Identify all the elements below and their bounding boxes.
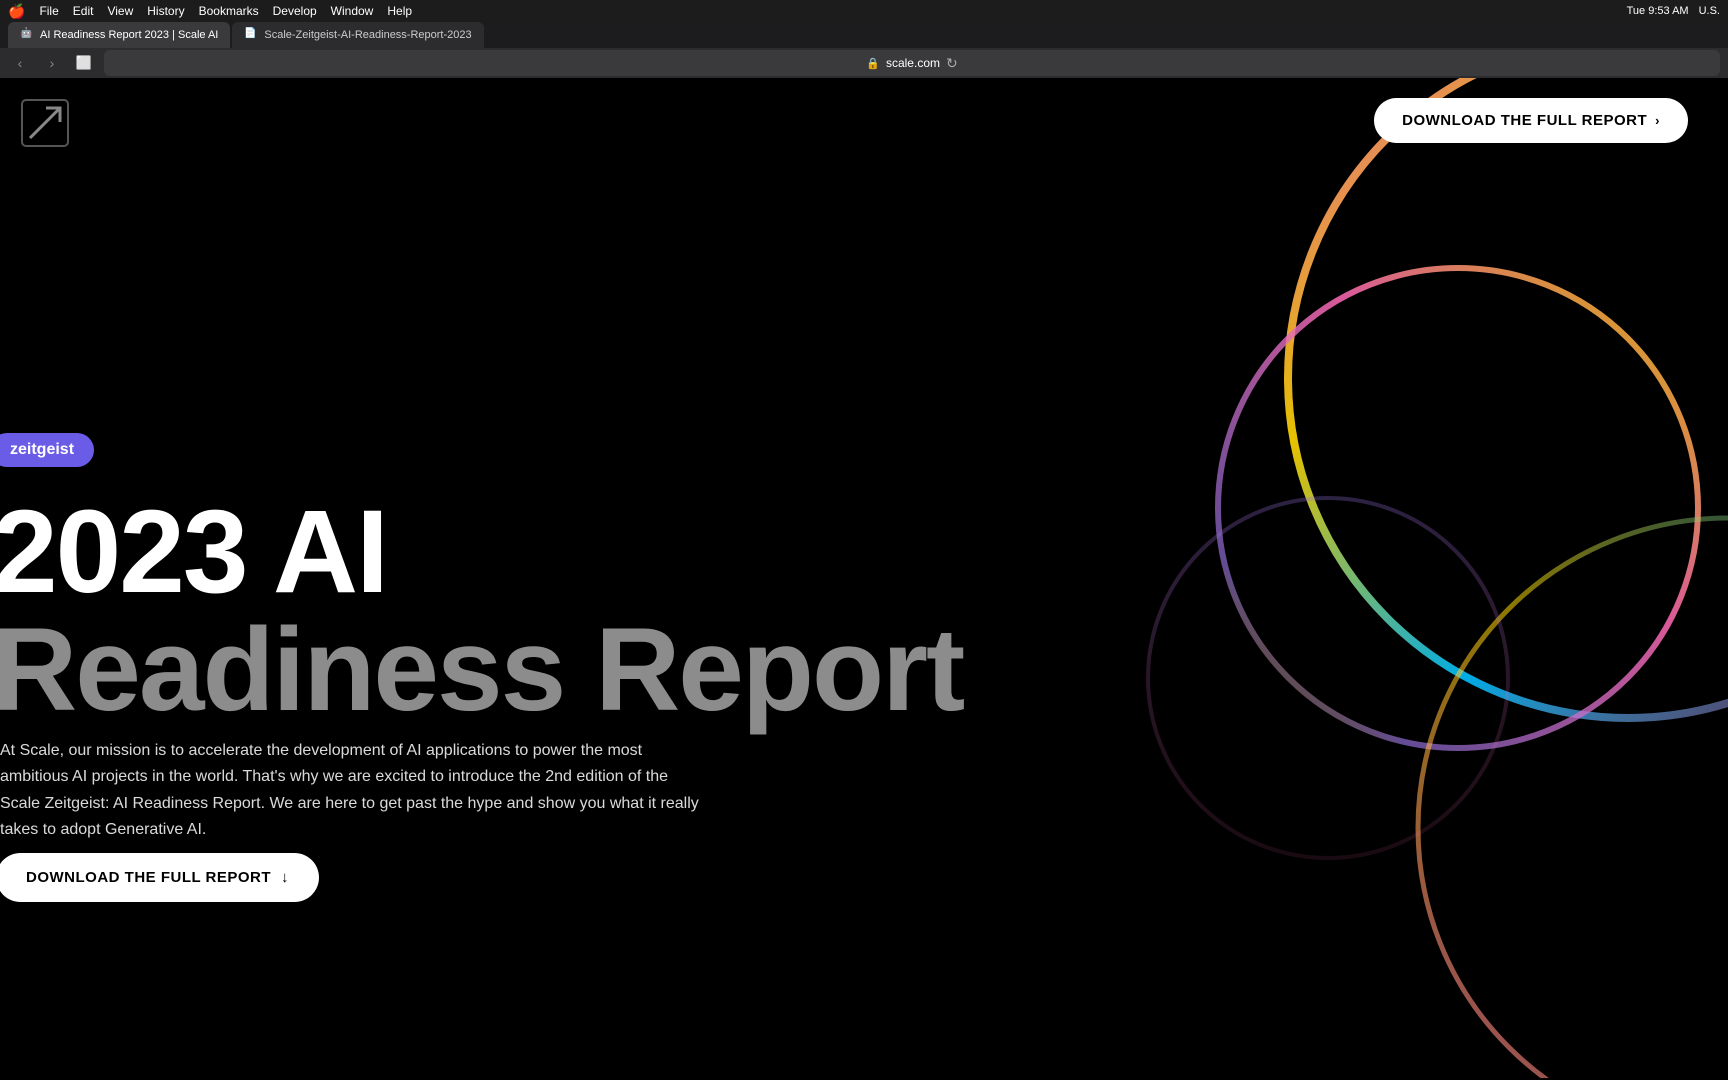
download-button-bottom[interactable]: DOWNLOAD THE FULL REPORT ↓ (0, 853, 319, 902)
main-heading: 2023 AI Readiness Report (0, 493, 963, 729)
menu-bar-right: Tue 9:53 AM U.S. (1627, 5, 1720, 17)
download-arrow-bottom: ↓ (281, 869, 289, 886)
menu-window[interactable]: Window (331, 4, 374, 18)
menu-develop[interactable]: Develop (273, 4, 317, 18)
menu-file[interactable]: File (39, 4, 58, 18)
tab-1-label: AI Readiness Report 2023 | Scale AI (40, 29, 218, 41)
tab-2[interactable]: 📄 Scale-Zeitgeist-AI-Readiness-Report-20… (232, 22, 483, 48)
address-bar[interactable]: 🔒 scale.com ↻ (104, 50, 1720, 76)
lock-icon: 🔒 (866, 57, 880, 70)
browser-chrome: 🤖 AI Readiness Report 2023 | Scale AI 📄 … (0, 22, 1728, 78)
menu-bar: 🍎 File Edit View History Bookmarks Devel… (0, 0, 1728, 22)
tab-2-label: Scale-Zeitgeist-AI-Readiness-Report-2023 (264, 29, 471, 41)
heading-line-1: 2023 AI (0, 493, 963, 611)
site-content: DOWNLOAD THE FULL REPORT › (0, 78, 1728, 1080)
address-text: scale.com (886, 56, 940, 70)
menu-view[interactable]: View (107, 4, 133, 18)
reader-button[interactable]: ⬜ (72, 51, 96, 75)
back-button[interactable]: ‹ (8, 51, 32, 75)
zeitgeist-label: zeitgeist (10, 441, 74, 458)
download-button-bottom-label: DOWNLOAD THE FULL REPORT (26, 869, 271, 886)
tab-1[interactable]: 🤖 AI Readiness Report 2023 | Scale AI (8, 22, 230, 48)
menu-locale: U.S. (1699, 5, 1720, 17)
tab-1-favicon: 🤖 (20, 28, 34, 42)
download-chevron-top: › (1655, 113, 1660, 128)
download-button-top-label: DOWNLOAD THE FULL REPORT (1402, 112, 1647, 129)
zeitgeist-badge: zeitgeist (0, 433, 94, 467)
menu-clock: Tue 9:53 AM (1627, 5, 1689, 17)
apple-menu[interactable]: 🍎 (8, 3, 25, 20)
tab-2-favicon: 📄 (244, 28, 258, 42)
body-text: At Scale, our mission is to accelerate t… (0, 738, 700, 844)
menu-bookmarks[interactable]: Bookmarks (199, 4, 259, 18)
reload-button[interactable]: ↻ (946, 55, 958, 72)
menu-bar-left: 🍎 File Edit View History Bookmarks Devel… (8, 3, 412, 20)
forward-button[interactable]: › (40, 51, 64, 75)
scale-logo (20, 98, 70, 148)
tab-bar: 🤖 AI Readiness Report 2023 | Scale AI 📄 … (0, 22, 1728, 48)
heading-line-2: Readiness Report (0, 611, 963, 729)
menu-history[interactable]: History (147, 4, 184, 18)
browser-toolbar: ‹ › ⬜ 🔒 scale.com ↻ (0, 48, 1728, 78)
download-button-top[interactable]: DOWNLOAD THE FULL REPORT › (1374, 98, 1688, 143)
menu-edit[interactable]: Edit (73, 4, 94, 18)
menu-help[interactable]: Help (387, 4, 412, 18)
